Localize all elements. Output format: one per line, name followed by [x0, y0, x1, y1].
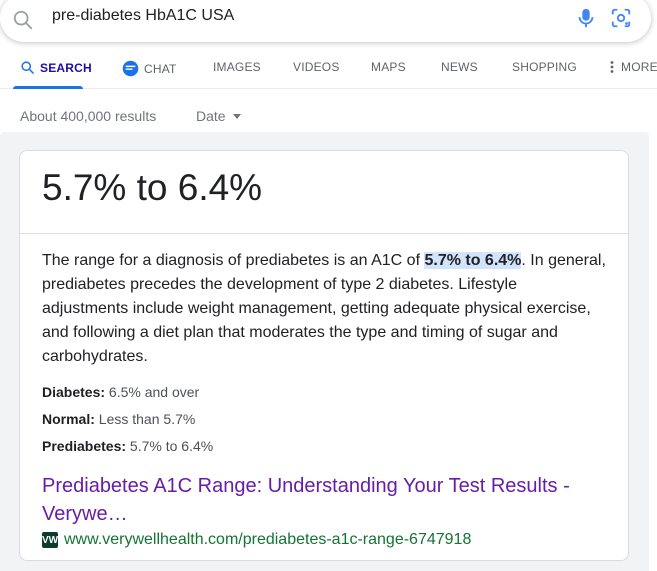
- search-tabs: SEARCH CHAT IMAGES VIDEOS MAPS NEWS SHOP…: [0, 55, 657, 89]
- tab-label: MAPS: [371, 60, 406, 74]
- tab-chat[interactable]: CHAT: [122, 60, 177, 77]
- tab-label: SEARCH: [40, 60, 92, 75]
- active-tab-indicator: [13, 86, 83, 89]
- microphone-icon[interactable]: [576, 7, 596, 29]
- tab-label: IMAGES: [213, 60, 261, 74]
- site-favicon-icon: VW: [42, 532, 58, 548]
- tab-label: VIDEOS: [293, 60, 340, 74]
- tab-news[interactable]: NEWS: [441, 60, 478, 74]
- divider: [20, 233, 628, 234]
- result-title-link[interactable]: Prediabetes A1C Range: Understanding You…: [42, 472, 602, 528]
- search-icon: [13, 10, 33, 30]
- result-url[interactable]: www.verywellhealth.com/prediabetes-a1c-r…: [64, 531, 471, 549]
- result-count: About 400,000 results: [20, 108, 157, 124]
- fact-value: 5.7% to 6.4%: [126, 438, 214, 454]
- result-url-row[interactable]: VW www.verywellhealth.com/prediabetes-a1…: [42, 531, 471, 549]
- fact-key: Prediabetes:: [42, 438, 127, 454]
- tab-maps[interactable]: MAPS: [371, 60, 406, 74]
- fact-key: Diabetes:: [42, 384, 106, 400]
- tab-label: NEWS: [441, 60, 478, 74]
- more-vertical-icon: [610, 61, 614, 73]
- tab-images[interactable]: IMAGES: [213, 60, 261, 74]
- fact-value: 6.5% and over: [105, 384, 200, 400]
- search-input[interactable]: pre-diabetes HbA1C USA: [52, 7, 234, 25]
- tab-label: SHOPPING: [512, 60, 577, 74]
- fact-key: Normal:: [42, 411, 95, 427]
- snippet-text-start: The range for a diagnosis of prediabetes…: [42, 252, 425, 269]
- tab-search[interactable]: SEARCH: [20, 60, 92, 75]
- caret-down-icon: [232, 113, 241, 119]
- date-filter-label: Date: [196, 108, 226, 124]
- fact-value: Less than 5.7%: [94, 411, 196, 427]
- chat-icon: [122, 60, 139, 77]
- fact-item-prediabetes: Prediabetes: 5.7% to 6.4%: [42, 437, 213, 464]
- snippet-text: The range for a diagnosis of prediabetes…: [42, 249, 607, 369]
- tab-label: MORE: [621, 60, 657, 74]
- tab-label: CHAT: [144, 61, 177, 76]
- snippet-highlight: 5.7% to 6.4%: [424, 252, 522, 269]
- search-icon: [21, 61, 34, 74]
- fact-item-normal: Normal: Less than 5.7%: [42, 410, 213, 437]
- tab-shopping[interactable]: SHOPPING: [512, 60, 577, 74]
- fact-item-diabetes: Diabetes: 6.5% and over: [42, 383, 213, 410]
- camera-lens-icon[interactable]: [610, 7, 632, 29]
- facts-list: Diabetes: 6.5% and over Normal: Less tha…: [42, 383, 213, 464]
- tab-videos[interactable]: VIDEOS: [293, 60, 340, 74]
- date-filter-dropdown[interactable]: Date: [196, 108, 241, 124]
- tab-more[interactable]: MORE: [608, 60, 657, 74]
- search-bar[interactable]: pre-diabetes HbA1C USA: [0, 0, 651, 42]
- featured-answer: 5.7% to 6.4%: [42, 167, 263, 208]
- featured-snippet-card: 5.7% to 6.4% The range for a diagnosis o…: [19, 150, 629, 561]
